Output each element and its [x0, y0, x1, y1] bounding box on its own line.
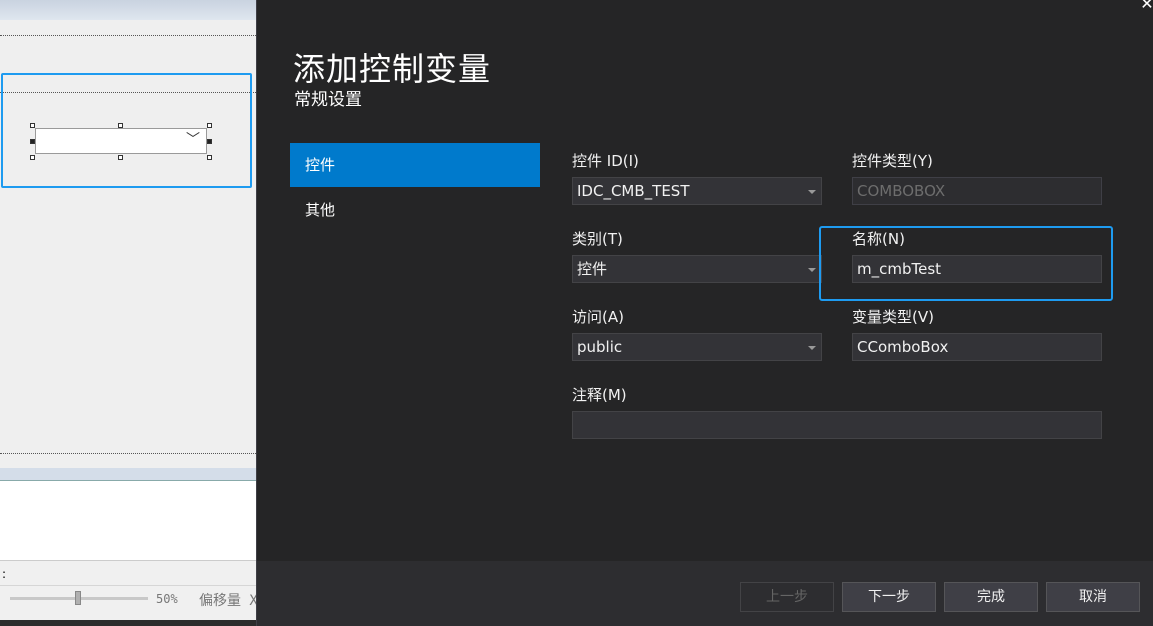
comment-field[interactable]: [572, 411, 1102, 439]
add-control-variable-dialog: ✕ 添加控制变量 常规设置 控件 其他 控件 ID(I) IDC_CMB_TES…: [256, 0, 1153, 626]
prev-button[interactable]: 上一步: [740, 582, 834, 612]
next-button[interactable]: 下一步: [842, 582, 936, 612]
control-type-label: 控件类型(Y): [852, 152, 933, 170]
comment-input[interactable]: [577, 412, 1101, 438]
designer-status-bar: : 50% 偏移量 X: [0, 560, 256, 626]
control-id-value: IDC_CMB_TEST: [577, 182, 690, 200]
resize-handle[interactable]: [118, 155, 123, 160]
control-type-value: COMBOBOX: [857, 182, 946, 200]
zoom-level: 50%: [156, 592, 178, 606]
resize-handle[interactable]: [118, 123, 123, 128]
resize-handle[interactable]: [30, 139, 35, 144]
designer-combobox-control[interactable]: ﹀: [35, 128, 207, 154]
access-value: public: [577, 338, 623, 356]
control-id-dropdown[interactable]: IDC_CMB_TEST: [572, 177, 822, 205]
var-type-field[interactable]: CComboBox: [852, 333, 1102, 361]
access-label: 访问(A): [572, 308, 624, 326]
status-separator: [0, 585, 256, 586]
output-pane: [0, 480, 256, 560]
var-type-value: CComboBox: [857, 338, 949, 356]
resize-handle[interactable]: [207, 139, 212, 144]
resize-handle[interactable]: [207, 155, 212, 160]
resize-handle[interactable]: [30, 123, 35, 128]
dialog-designer-canvas: ﹀ : 50% 偏移量 X: [0, 0, 256, 626]
chevron-down-icon: ﹀: [186, 132, 200, 148]
dropdown-arrow-icon: [808, 268, 816, 272]
cancel-button[interactable]: 取消: [1046, 582, 1140, 612]
category-dropdown[interactable]: 控件: [572, 255, 822, 283]
resize-handle[interactable]: [207, 123, 212, 128]
offset-label: 偏移量 X: [199, 593, 256, 609]
guide-line: [0, 35, 256, 36]
dialog-title: 添加控制变量: [293, 50, 492, 88]
resize-handle[interactable]: [30, 155, 35, 160]
category-label: 类别(T): [572, 230, 623, 248]
close-icon[interactable]: ✕: [1137, 0, 1153, 14]
control-type-field: COMBOBOX: [852, 177, 1102, 205]
finish-button[interactable]: 完成: [944, 582, 1038, 612]
access-dropdown[interactable]: public: [572, 333, 822, 361]
nav-item-other[interactable]: 其他: [290, 188, 540, 232]
nav-item-controls[interactable]: 控件: [290, 143, 540, 187]
var-type-label: 变量类型(V): [852, 308, 934, 326]
zoom-slider-thumb[interactable]: [75, 591, 81, 605]
guide-line: [0, 453, 256, 454]
dropdown-arrow-icon: [808, 346, 816, 350]
control-id-label: 控件 ID(I): [572, 152, 639, 170]
name-field-highlight: [819, 226, 1113, 301]
dialog-subtitle: 常规设置: [294, 90, 362, 110]
comment-label: 注释(M): [572, 386, 627, 404]
dropdown-arrow-icon: [808, 190, 816, 194]
category-value: 控件: [577, 260, 608, 278]
dialog-footer: 上一步 下一步 完成 取消: [257, 561, 1153, 626]
status-text: :: [2, 567, 7, 581]
bottom-edge: [0, 620, 256, 626]
designer-divider-band: [0, 468, 256, 480]
designer-title-band: [0, 0, 256, 20]
